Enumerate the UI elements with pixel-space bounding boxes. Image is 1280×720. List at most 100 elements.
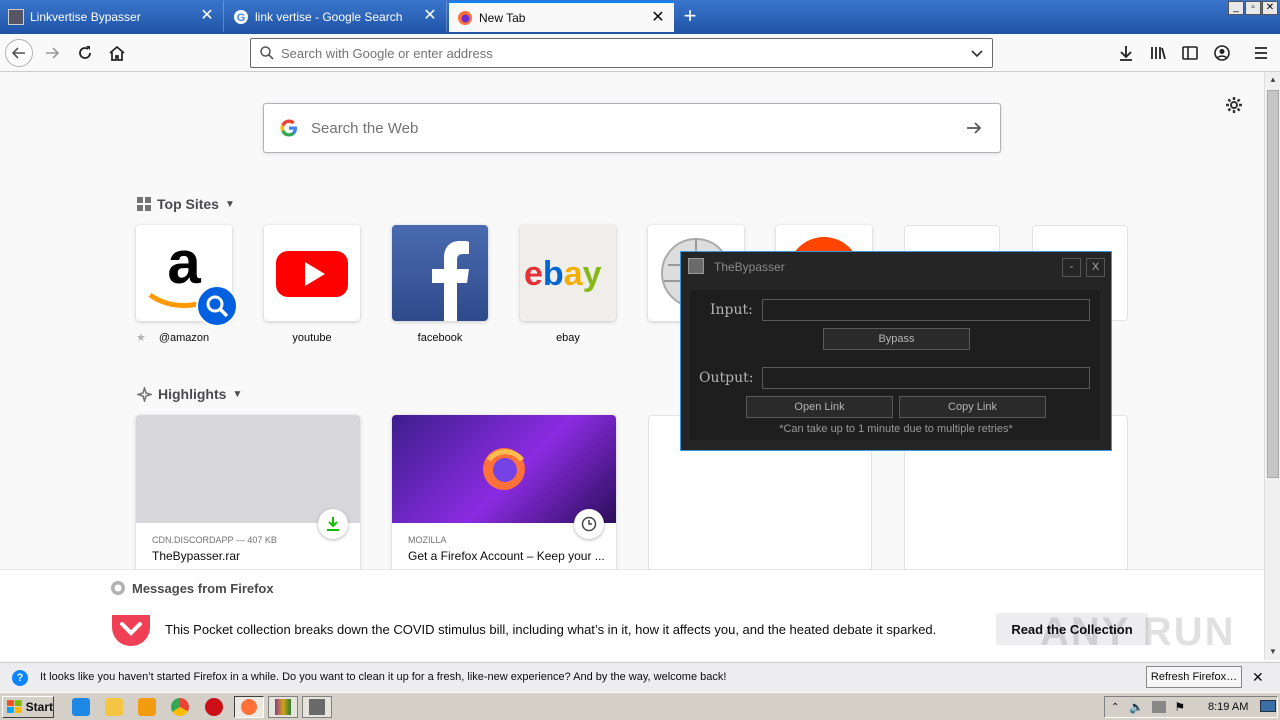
arrow-right-icon[interactable] [964,118,984,138]
messages-title: Messages from Firefox [132,580,274,596]
download-icon [327,517,339,531]
home-button[interactable] [103,39,131,67]
input-field[interactable] [762,299,1090,321]
taskbar-clock: 8:19 AM [1208,701,1249,713]
back-button[interactable] [5,39,33,67]
pin-star-icon: ★ [136,332,146,344]
address-bar[interactable]: Search with Google or enter address [250,38,993,68]
bypasser-minimize-button[interactable]: - [1062,258,1081,277]
address-placeholder: Search with Google or enter address [281,45,493,61]
reload-icon [79,46,91,59]
bypass-button[interactable]: Bypass [823,328,970,350]
tab-close-icon[interactable]: ✕ [422,8,438,24]
taskbar-bypasser-button[interactable] [302,696,332,718]
library-button[interactable] [1144,39,1172,67]
reload-button[interactable] [71,39,99,67]
top-site-youtube[interactable]: youtube [264,225,360,344]
youtube-tile [264,225,360,321]
windows-taskbar: Start ⌃ 🔈 ⚑ 8:19 AM [0,692,1280,720]
firefox-favicon-icon [457,10,473,26]
media-player-icon[interactable] [138,698,156,716]
facebook-logo-icon [432,241,469,321]
scroll-down-icon[interactable]: ▼ [1267,646,1279,658]
bypasser-taskbar-icon [309,699,325,715]
top-site-amazon[interactable]: a @amazon ★ [136,225,238,344]
gear-icon[interactable] [1225,96,1243,114]
search-badge-icon [196,285,238,327]
card-source: CDN.DISCORDAPP — 407 KB [152,535,277,545]
library-icon [1151,47,1166,60]
tab-title: New Tab [479,10,526,25]
google-favicon-icon: G [233,9,249,25]
start-button[interactable]: Start [2,696,54,718]
output-label: Output: [699,370,754,386]
google-logo-icon [280,119,297,137]
top-site-label: facebook [417,332,463,344]
sidebar-button[interactable] [1176,39,1204,67]
tab-linkvertise-bypasser[interactable]: Linkvertise Bypasser ✕ [0,1,224,32]
restore-window-button[interactable]: ▫ [1245,1,1261,15]
grid-icon [137,197,151,211]
web-search-box[interactable]: Search the Web [263,103,1001,153]
top-site-ebay[interactable]: ebay ebay [520,225,616,344]
tab-new-tab[interactable]: New Tab ✕ [449,1,674,32]
card-image [136,415,360,523]
chevron-down-icon[interactable] [970,46,984,60]
notification-text: It looks like you haven’t started Firefo… [40,671,727,683]
forward-arrow-icon [46,47,60,59]
internet-explorer-icon[interactable] [72,698,90,716]
top-site-facebook[interactable]: facebook [392,225,488,344]
refresh-firefox-button[interactable]: Refresh Firefox… [1146,666,1242,688]
highlights-header[interactable]: Highlights ▼ [137,386,242,402]
tray-expand-icon[interactable]: ⌃ [1111,702,1119,713]
tab-google-search[interactable]: G link vertise - Google Search ✕ [225,1,447,32]
tab-close-icon[interactable]: ✕ [650,10,666,26]
message-text: This Pocket collection breaks down the C… [165,622,937,637]
bypasser-close-button[interactable]: X [1086,258,1105,277]
close-window-button[interactable]: ✕ [1262,1,1278,15]
tab-close-icon[interactable]: ✕ [199,8,215,24]
clock-icon [581,516,597,532]
open-link-button[interactable]: Open Link [746,396,893,418]
volume-icon[interactable]: 🔈 [1129,700,1144,714]
ebay-tile: ebay [520,225,616,321]
info-icon: ? [12,670,28,686]
account-button[interactable] [1208,39,1236,67]
flag-icon[interactable]: ⚑ [1174,700,1185,714]
chrome-icon[interactable] [171,698,189,716]
taskbar-firefox-button[interactable] [234,696,264,718]
windows-logo-icon [7,700,22,713]
menu-button[interactable] [1247,39,1275,67]
taskbar-winrar-button[interactable] [268,696,298,718]
forward-button[interactable] [38,39,66,67]
vertical-scrollbar[interactable]: ▲ ▼ [1264,72,1280,660]
new-tab-button[interactable]: + [678,5,702,29]
firefox-message-icon [111,581,125,595]
bypasser-titlebar[interactable]: TheBypasser - X [681,252,1111,282]
ebay-logo-icon: ebay [524,255,602,293]
highlight-card-download[interactable]: CDN.DISCORDAPP — 407 KB TheBypasser.rar [136,415,360,575]
navigation-toolbar: Search with Google or enter address [0,34,1280,72]
history-badge [574,509,604,539]
notification-close-icon[interactable]: ✕ [1252,669,1264,686]
file-explorer-icon[interactable] [105,698,123,716]
highlight-card-mozilla[interactable]: MOZILLA Get a Firefox Account – Keep you… [392,415,616,575]
output-field[interactable] [762,367,1090,389]
facebook-tile [392,225,488,321]
show-desktop-icon[interactable] [1260,700,1276,712]
sidebar-icon [1182,46,1198,60]
tab-strip: Linkvertise Bypasser ✕ G link vertise - … [0,0,1280,34]
top-sites-header[interactable]: Top Sites ▼ [137,196,235,212]
svg-text:G: G [237,12,246,24]
copy-link-button[interactable]: Copy Link [899,396,1046,418]
winrar-icon [275,699,291,715]
card-image [392,415,616,523]
downloads-button[interactable] [1112,39,1140,67]
scrollbar-thumb[interactable] [1267,90,1279,478]
minimize-window-button[interactable]: _ [1228,1,1244,15]
input-label: Input: [710,302,753,318]
download-badge [318,509,348,539]
network-icon[interactable] [1152,701,1167,713]
scroll-up-icon[interactable]: ▲ [1267,74,1279,86]
opera-icon[interactable] [205,698,223,716]
